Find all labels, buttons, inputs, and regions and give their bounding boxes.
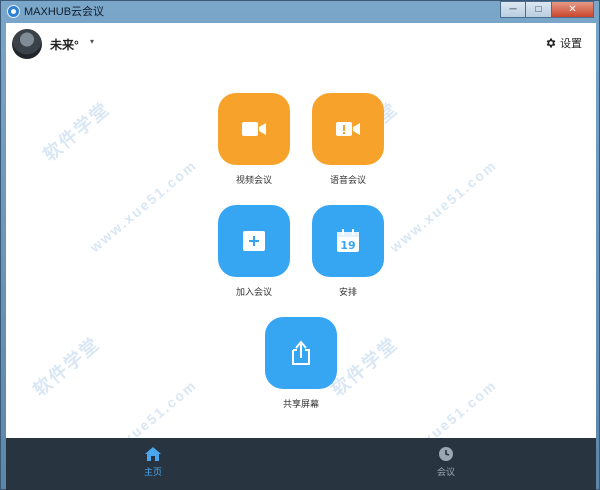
share-upload-icon bbox=[292, 340, 310, 365]
schedule-label: 安排 bbox=[338, 287, 357, 297]
home-icon bbox=[145, 447, 161, 461]
bottom-nav: 主页 会议 bbox=[6, 438, 596, 490]
settings-label: 设置 bbox=[560, 38, 582, 50]
window-controls: ─ □ ✕ bbox=[500, 1, 594, 19]
user-menu-caret-icon[interactable]: ▾ bbox=[90, 37, 94, 46]
close-button[interactable]: ✕ bbox=[552, 1, 594, 18]
join-meeting-button[interactable] bbox=[218, 205, 290, 277]
nav-item-meetings-label: 会议 bbox=[436, 467, 455, 477]
calendar-icon: 19 bbox=[337, 229, 359, 252]
plus-box-icon bbox=[243, 231, 265, 251]
minimize-button[interactable]: ─ bbox=[500, 1, 526, 18]
main-content: 软件学堂 软件学堂 软件学堂 软件学堂 www.xue51.com www.xu… bbox=[6, 23, 596, 490]
nav-item-meetings[interactable]: 会议 bbox=[416, 446, 476, 478]
share-screen-button[interactable] bbox=[265, 317, 337, 389]
video-meeting-label: 视频会议 bbox=[235, 175, 272, 185]
schedule-button[interactable]: 19 bbox=[312, 205, 384, 277]
clock-icon bbox=[439, 447, 453, 461]
app-logo-icon bbox=[7, 4, 20, 18]
maximize-button[interactable]: □ bbox=[526, 1, 552, 18]
gear-icon bbox=[546, 38, 556, 48]
app-window: MAXHUB云会议 ─ □ ✕ 软件学堂 软件学堂 软件学堂 软件学堂 www.… bbox=[0, 0, 600, 490]
calendar-day: 19 bbox=[340, 239, 355, 252]
voice-camera-icon bbox=[336, 122, 360, 136]
window-title: MAXHUB云会议 bbox=[24, 6, 105, 18]
join-meeting-label: 加入会议 bbox=[235, 287, 272, 297]
video-meeting-button[interactable] bbox=[218, 93, 290, 165]
settings-button[interactable]: 设置 bbox=[545, 35, 582, 51]
video-camera-icon bbox=[242, 122, 266, 136]
nav-item-home-label: 主页 bbox=[143, 467, 162, 477]
voice-meeting-button[interactable] bbox=[312, 93, 384, 165]
watermark-brand: 软件学堂 bbox=[29, 333, 104, 401]
watermark-site: www.xue51.com bbox=[86, 156, 200, 256]
watermark-site: www.xue51.com bbox=[386, 156, 500, 256]
voice-meeting-label: 语音会议 bbox=[329, 175, 366, 185]
nav-item-home[interactable]: 主页 bbox=[123, 446, 183, 478]
watermark-brand: 软件学堂 bbox=[39, 98, 114, 166]
share-screen-label: 共享屏幕 bbox=[282, 399, 319, 409]
user-name[interactable]: 未来° bbox=[50, 36, 79, 53]
title-bar[interactable]: MAXHUB云会议 ─ □ ✕ bbox=[1, 1, 599, 21]
avatar[interactable] bbox=[12, 29, 42, 59]
top-bar: 未来° ▾ 设置 bbox=[6, 23, 596, 67]
